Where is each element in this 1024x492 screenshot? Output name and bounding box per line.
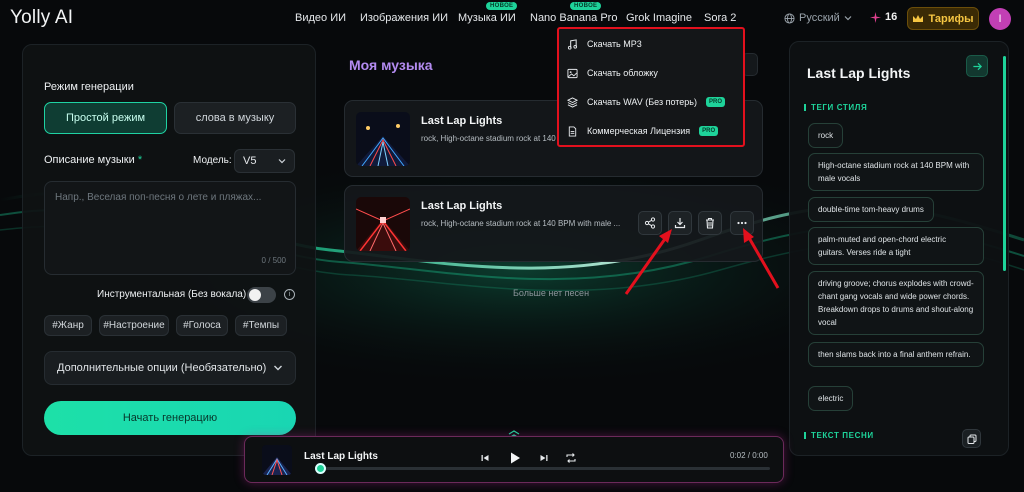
lyrics-header: ТЕКСТ ПЕСНИ [804, 431, 874, 440]
layers-icon [567, 96, 578, 108]
repeat-button[interactable] [564, 451, 578, 465]
repeat-icon [566, 453, 576, 463]
style-tag-chip[interactable]: High-octane stadium rock at 140 BPM with… [808, 153, 984, 191]
copy-icon [967, 434, 976, 444]
generation-panel: Режим генерации Простой режим слова в му… [22, 44, 316, 456]
tag-genre-chip[interactable]: #Жанр [44, 315, 92, 336]
download-cover-item[interactable]: Скачать обложку [567, 62, 739, 84]
player-time: 0:02 / 0:00 [730, 451, 768, 460]
user-avatar[interactable]: I [989, 8, 1011, 30]
yolly-logo[interactable]: Yolly AI [10, 7, 73, 29]
next-button[interactable] [537, 451, 551, 465]
song-details-panel: Last Lap Lights ТЕГИ СТИЛЯ rock High-oct… [789, 41, 1009, 456]
download-button[interactable] [668, 211, 692, 235]
tag-tempo-chip[interactable]: #Темпы [235, 315, 287, 336]
music-note-icon [567, 38, 578, 50]
instrumental-label: Инструментальная (Без вокала) [97, 289, 247, 300]
style-tag-chip[interactable]: driving groove; chorus explodes with cro… [808, 271, 984, 335]
song-cover [356, 112, 410, 166]
play-button[interactable] [507, 450, 523, 466]
nav-item-nano-banana[interactable]: НОВОЕ Nano Banana Pro [530, 2, 617, 24]
more-dots-icon [737, 221, 747, 225]
download-mp3-item[interactable]: Скачать MP3 [567, 33, 739, 55]
generation-mode-label: Режим генерации [44, 81, 134, 93]
lyrics-to-music-button[interactable]: слова в музыку [174, 102, 296, 134]
tag-mood-chip[interactable]: #Настроение [99, 315, 169, 336]
style-tag-chip[interactable]: palm-muted and open-chord electric guita… [808, 227, 984, 265]
details-title: Last Lap Lights [807, 65, 911, 81]
player-track-title: Last Lap Lights [304, 451, 378, 462]
more-options-button[interactable] [730, 211, 754, 235]
simple-mode-button[interactable]: Простой режим [44, 102, 167, 134]
trash-icon [706, 217, 714, 229]
char-counter: 0 / 500 [261, 256, 286, 265]
player-cover [262, 445, 292, 475]
image-icon [567, 68, 578, 78]
sparkle-icon [870, 11, 881, 23]
pro-badge: PRO [706, 97, 726, 107]
chevron-down-icon [844, 16, 852, 21]
new-badge: НОВОЕ [486, 2, 518, 10]
style-tag-chip[interactable]: rock [808, 123, 844, 148]
credits-counter[interactable]: 16 [870, 11, 897, 23]
chevron-down-icon [274, 365, 282, 371]
nav-item-images[interactable]: Изображения ИИ [360, 12, 448, 24]
model-select[interactable]: V5 [234, 149, 295, 173]
crown-icon [913, 14, 924, 22]
nav-item-sora[interactable]: Sora 2 [704, 12, 736, 24]
previous-button[interactable] [478, 451, 492, 465]
details-scrollbar[interactable] [1003, 56, 1006, 271]
song-card[interactable]: Last Lap Lights rock, High-octane stadiu… [344, 185, 763, 262]
skip-back-icon [481, 455, 489, 461]
arrow-right-icon [972, 62, 982, 70]
player-progress-bar[interactable] [315, 467, 770, 470]
collapse-panel-button[interactable] [966, 55, 988, 77]
song-title: Last Lap Lights [421, 115, 503, 127]
player-seek-handle[interactable] [315, 463, 327, 474]
nav-item-video[interactable]: Видео ИИ [295, 12, 346, 24]
my-music-title: Моя музыка [349, 57, 433, 73]
download-icon [674, 218, 686, 229]
info-icon[interactable]: i [284, 289, 295, 300]
style-tag-chip[interactable]: double-time tom-heavy drums [808, 197, 934, 222]
tariffs-button[interactable]: Тарифы [907, 7, 979, 30]
nav-item-music[interactable]: НОВОЕ Музыка ИИ [458, 2, 518, 24]
style-tag-chip[interactable]: then slams back into a final anthem refr… [808, 342, 984, 367]
nav-item-grok[interactable]: Grok Imagine [626, 12, 692, 24]
top-navigation: Yolly AI Видео ИИ Изображения ИИ НОВОЕ М… [0, 0, 1024, 38]
download-wav-item[interactable]: Скачать WAV (Без потерь) PRO [567, 91, 739, 113]
audio-player: Last Lap Lights 0:02 / 0:00 [244, 436, 784, 483]
share-icon [644, 217, 656, 229]
song-tags: rock, High-octane stadium rock at 140 BP… [421, 219, 621, 228]
no-more-songs-label: Больше нет песен [513, 288, 590, 298]
song-cover [356, 197, 410, 251]
description-label: Описание музыки * [44, 154, 143, 166]
chevron-down-icon [278, 159, 286, 164]
pro-badge: PRO [699, 126, 719, 136]
instrumental-toggle[interactable] [247, 287, 276, 303]
style-tag-chip[interactable]: electric [808, 386, 854, 411]
download-menu: Скачать MP3 Скачать обложку Скачать WAV … [557, 27, 745, 147]
description-textarea[interactable]: Напр., Веселая поп-песня о лете и пляжах… [44, 181, 296, 275]
new-badge: НОВОЕ [570, 2, 602, 10]
language-selector[interactable]: Русский [784, 12, 852, 24]
globe-icon [784, 12, 795, 24]
start-generation-button[interactable]: Начать генерацию [44, 401, 296, 435]
commercial-license-item[interactable]: Коммерческая Лицензия PRO [567, 120, 739, 142]
song-title: Last Lap Lights [421, 200, 503, 212]
copy-lyrics-button[interactable] [962, 429, 981, 448]
skip-forward-icon [540, 455, 548, 461]
style-tags-header: ТЕГИ СТИЛЯ [804, 103, 867, 112]
model-label: Модель: [193, 155, 232, 166]
share-button[interactable] [638, 211, 662, 235]
tag-voices-chip[interactable]: #Голоса [176, 315, 228, 336]
extra-options-dropdown[interactable]: Дополнительные опции (Необязательно) [44, 351, 296, 385]
delete-button[interactable] [698, 211, 722, 235]
document-icon [568, 125, 577, 137]
play-icon [511, 452, 520, 464]
